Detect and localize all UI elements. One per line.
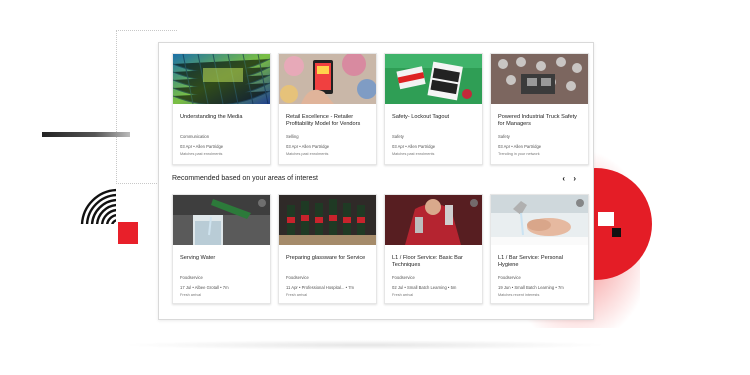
course-title[interactable]: Retail Excellence - Retailer Profitabili… xyxy=(286,114,369,130)
course-status: Trending in your network xyxy=(498,152,540,156)
course-status: Matches recent interests xyxy=(498,293,540,297)
decorative-line xyxy=(42,132,130,137)
decorative-red-block xyxy=(118,222,138,244)
course-status: Fresh arrival xyxy=(392,293,414,297)
decorative-stripes xyxy=(80,186,116,224)
decorative-black-square xyxy=(612,228,621,237)
course-thumbnail xyxy=(385,54,482,104)
course-meta: 19 Jun • Small Batch Learning • 7m xyxy=(498,285,564,290)
decorative-shadow xyxy=(120,340,610,350)
course-title[interactable]: Safety- Lockout Tagout xyxy=(392,114,475,130)
course-status: Matches past enrolments xyxy=(392,152,435,156)
course-thumbnail xyxy=(173,195,270,245)
course-thumbnail xyxy=(385,195,482,245)
course-status: Fresh arrival xyxy=(180,293,202,297)
course-thumbnail xyxy=(491,54,588,104)
video-badge-icon xyxy=(576,199,584,207)
video-badge-icon xyxy=(258,199,266,207)
course-status: Matches past enrolments xyxy=(180,152,223,156)
course-meta: 11 Apr • Professional Hospital... • 7m xyxy=(286,285,355,290)
course-card[interactable]: Powered Industrial Truck Safety for Mana… xyxy=(490,53,589,165)
course-category: Safety xyxy=(392,134,404,139)
course-status: Fresh arrival xyxy=(286,293,308,297)
course-title[interactable]: L1 / Bar Service: Personal Hygiene xyxy=(498,255,581,271)
course-meta: 03 Apr • Allen Partridge xyxy=(392,144,436,149)
course-category: Safety xyxy=(498,134,510,139)
course-thumbnail xyxy=(491,195,588,245)
course-meta: 03 Apr • Allen Partridge xyxy=(286,144,330,149)
recommended-course-row: Serving Water Foodservice 17 Jul • Albee… xyxy=(172,194,589,304)
course-card[interactable]: Understanding the Media Communication 03… xyxy=(172,53,271,165)
course-card[interactable]: L1 / Bar Service: Personal Hygiene Foods… xyxy=(490,194,589,304)
course-meta: 03 Apr • Allen Partridge xyxy=(180,144,224,149)
course-category: Communication xyxy=(180,134,210,139)
course-meta: 03 Apr • Allen Partridge xyxy=(498,144,542,149)
chevron-left-icon[interactable]: ‹ xyxy=(562,174,568,183)
chevron-right-icon[interactable]: › xyxy=(573,174,579,183)
video-badge-icon xyxy=(470,199,478,207)
course-status: Matches past enrolments xyxy=(286,152,329,156)
section-heading: Recommended based on your areas of inter… xyxy=(172,175,318,182)
course-card[interactable]: Preparing glassware for Service Foodserv… xyxy=(278,194,377,304)
course-title[interactable]: Preparing glassware for Service xyxy=(286,255,369,271)
carousel-nav: ‹ › xyxy=(562,174,579,183)
top-course-row: Understanding the Media Communication 03… xyxy=(172,53,589,165)
course-catalog-panel: Understanding the Media Communication 03… xyxy=(158,42,594,320)
course-category: Foodservice xyxy=(498,275,521,280)
decorative-white-square xyxy=(598,212,614,226)
course-meta: 17 Jul • Albee Grotall • 7m xyxy=(180,285,229,290)
course-card[interactable]: Serving Water Foodservice 17 Jul • Albee… xyxy=(172,194,271,304)
course-category: Foodservice xyxy=(180,275,203,280)
course-meta: 02 Jul • Small Batch Learning • 5m xyxy=(392,285,457,290)
course-card[interactable]: Safety- Lockout Tagout Safety 03 Apr • A… xyxy=(384,53,483,165)
course-category: Foodservice xyxy=(286,275,309,280)
course-title[interactable]: Serving Water xyxy=(180,255,263,271)
course-title[interactable]: L1 / Floor Service: Basic Bar Techniques xyxy=(392,255,475,271)
course-card[interactable]: L1 / Floor Service: Basic Bar Techniques… xyxy=(384,194,483,304)
course-title[interactable]: Understanding the Media xyxy=(180,114,263,130)
course-thumbnail xyxy=(279,54,376,104)
course-title[interactable]: Powered Industrial Truck Safety for Mana… xyxy=(498,114,581,130)
course-card[interactable]: Retail Excellence - Retailer Profitabili… xyxy=(278,53,377,165)
course-category: Selling xyxy=(286,134,299,139)
course-thumbnail xyxy=(279,195,376,245)
course-thumbnail xyxy=(173,54,270,106)
course-category: Foodservice xyxy=(392,275,415,280)
